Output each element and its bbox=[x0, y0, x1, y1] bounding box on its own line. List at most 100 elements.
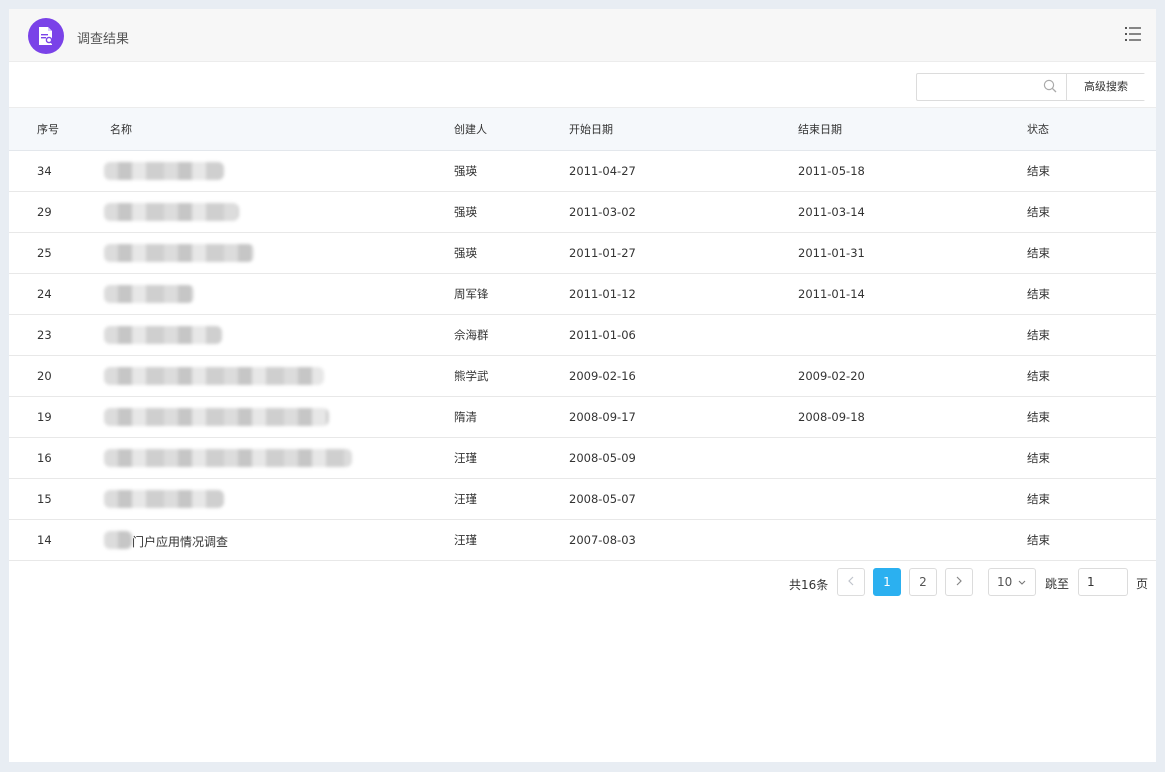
page-size-select[interactable]: 10 bbox=[988, 568, 1036, 596]
list-menu-icon[interactable] bbox=[1125, 27, 1141, 44]
table-header-row: 序号 名称 创建人 开始日期 结束日期 状态 bbox=[9, 108, 1156, 151]
row-start-date: 2011-04-27 bbox=[569, 163, 636, 178]
row-status: 结束 bbox=[1027, 245, 1050, 260]
row-end-date: 2011-01-14 bbox=[798, 286, 865, 301]
row-start-date: 2008-05-07 bbox=[569, 491, 636, 506]
page-button-2[interactable]: 2 bbox=[909, 568, 937, 596]
table-row[interactable]: 14 门户应用情况调查 汪瑾 2007-08-03 结束 bbox=[9, 519, 1156, 560]
next-page-button[interactable] bbox=[945, 568, 973, 596]
redacted-name-blur bbox=[104, 448, 352, 467]
redacted-name-blur bbox=[104, 161, 224, 180]
row-name[interactable]: 门户应用情况调查 bbox=[132, 533, 228, 550]
page-size-value: 10 bbox=[997, 575, 1013, 589]
table-row[interactable]: 15 汪瑾 2008-05-07 结束 bbox=[9, 478, 1156, 519]
redacted-name-blur bbox=[104, 489, 224, 508]
search-box: 高级搜索 bbox=[916, 73, 1145, 101]
row-name-cell[interactable] bbox=[104, 437, 454, 478]
row-name-cell[interactable] bbox=[104, 150, 454, 191]
redacted-name-blur bbox=[104, 366, 324, 385]
row-end-date bbox=[798, 519, 1027, 560]
row-index: 24 bbox=[37, 286, 52, 301]
row-index: 29 bbox=[37, 204, 52, 219]
redacted-name-blur bbox=[104, 530, 132, 549]
row-status: 结束 bbox=[1027, 409, 1050, 424]
row-start-date: 2011-01-12 bbox=[569, 286, 636, 301]
row-creator: 汪瑾 bbox=[454, 532, 477, 547]
chevron-down-icon bbox=[1018, 580, 1026, 585]
row-start-date: 2008-05-09 bbox=[569, 450, 636, 465]
row-creator: 佘海群 bbox=[454, 327, 489, 342]
chevron-right-icon bbox=[956, 576, 962, 586]
row-end-date bbox=[798, 437, 1027, 478]
row-end-date: 2011-05-18 bbox=[798, 163, 865, 178]
table-row[interactable]: 20 熊学武 2009-02-16 2009-02-20 结束 bbox=[9, 355, 1156, 396]
col-header-start-date[interactable]: 开始日期 bbox=[569, 108, 798, 151]
row-status: 结束 bbox=[1027, 327, 1050, 342]
row-start-date: 2007-08-03 bbox=[569, 532, 636, 547]
row-name-cell[interactable] bbox=[104, 314, 454, 355]
prev-page-button[interactable] bbox=[837, 568, 865, 596]
row-status: 结束 bbox=[1027, 532, 1050, 547]
total-count: 共16条 bbox=[789, 578, 829, 592]
row-name-cell[interactable] bbox=[104, 273, 454, 314]
row-creator: 熊学武 bbox=[454, 368, 489, 383]
row-creator: 隋清 bbox=[454, 409, 477, 424]
row-name-cell[interactable] bbox=[104, 396, 454, 437]
page-title: 调查结果 bbox=[77, 32, 130, 47]
row-start-date: 2011-01-06 bbox=[569, 327, 636, 342]
col-header-end-date[interactable]: 结束日期 bbox=[798, 108, 1027, 151]
pagination: 共16条 1 2 10 跳至 页 bbox=[9, 567, 1156, 599]
row-status: 结束 bbox=[1027, 491, 1050, 506]
row-name-cell[interactable]: 门户应用情况调查 bbox=[104, 519, 454, 560]
row-status: 结束 bbox=[1027, 286, 1050, 301]
row-name-cell[interactable] bbox=[104, 355, 454, 396]
row-end-date: 2011-03-14 bbox=[798, 204, 865, 219]
table-row[interactable]: 16 汪瑾 2008-05-09 结束 bbox=[9, 437, 1156, 478]
table-row[interactable]: 19 隋清 2008-09-17 2008-09-18 结束 bbox=[9, 396, 1156, 437]
row-creator: 强瑛 bbox=[454, 163, 477, 178]
table-row[interactable]: 24 周军锋 2011-01-12 2011-01-14 结束 bbox=[9, 273, 1156, 314]
row-name-cell[interactable] bbox=[104, 191, 454, 232]
row-index: 14 bbox=[37, 532, 52, 547]
col-header-name[interactable]: 名称 bbox=[110, 108, 454, 151]
row-creator: 汪瑾 bbox=[454, 491, 477, 506]
table-row[interactable]: 34 强瑛 2011-04-27 2011-05-18 结束 bbox=[9, 150, 1156, 191]
row-start-date: 2008-09-17 bbox=[569, 409, 636, 424]
col-header-status[interactable]: 状态 bbox=[1027, 108, 1156, 151]
row-end-date: 2008-09-18 bbox=[798, 409, 865, 424]
row-index: 23 bbox=[37, 327, 52, 342]
row-creator: 强瑛 bbox=[454, 245, 477, 260]
row-index: 15 bbox=[37, 491, 52, 506]
row-end-date bbox=[798, 478, 1027, 519]
row-creator: 周军锋 bbox=[454, 286, 489, 301]
row-creator: 强瑛 bbox=[454, 204, 477, 219]
page-suffix: 页 bbox=[1136, 577, 1149, 591]
table-row[interactable]: 25 强瑛 2011-01-27 2011-01-31 结束 bbox=[9, 232, 1156, 273]
advanced-search-button[interactable]: 高级搜索 bbox=[1066, 74, 1145, 100]
page-button-1[interactable]: 1 bbox=[873, 568, 901, 596]
table-row[interactable]: 23 佘海群 2011-01-06 结束 bbox=[9, 314, 1156, 355]
col-header-creator[interactable]: 创建人 bbox=[454, 108, 569, 151]
row-start-date: 2011-03-02 bbox=[569, 204, 636, 219]
redacted-name-blur bbox=[104, 325, 222, 344]
jump-page-input[interactable] bbox=[1078, 568, 1128, 596]
row-start-date: 2009-02-16 bbox=[569, 368, 636, 383]
row-name-cell[interactable] bbox=[104, 478, 454, 519]
redacted-name-blur bbox=[104, 243, 254, 262]
row-status: 结束 bbox=[1027, 450, 1050, 465]
row-index: 34 bbox=[37, 163, 52, 178]
chevron-left-icon bbox=[848, 576, 854, 586]
row-status: 结束 bbox=[1027, 368, 1050, 383]
search-icon[interactable] bbox=[1043, 79, 1057, 96]
col-header-index[interactable]: 序号 bbox=[9, 108, 110, 151]
row-index: 25 bbox=[37, 245, 52, 260]
row-index: 16 bbox=[37, 450, 52, 465]
redacted-name-blur bbox=[104, 407, 329, 426]
jump-label: 跳至 bbox=[1045, 577, 1070, 591]
table-row[interactable]: 29 强瑛 2011-03-02 2011-03-14 结束 bbox=[9, 191, 1156, 232]
document-search-icon bbox=[28, 18, 64, 54]
row-status: 结束 bbox=[1027, 163, 1050, 178]
row-name-cell[interactable] bbox=[104, 232, 454, 273]
row-end-date bbox=[798, 314, 1027, 355]
row-index: 19 bbox=[37, 409, 52, 424]
